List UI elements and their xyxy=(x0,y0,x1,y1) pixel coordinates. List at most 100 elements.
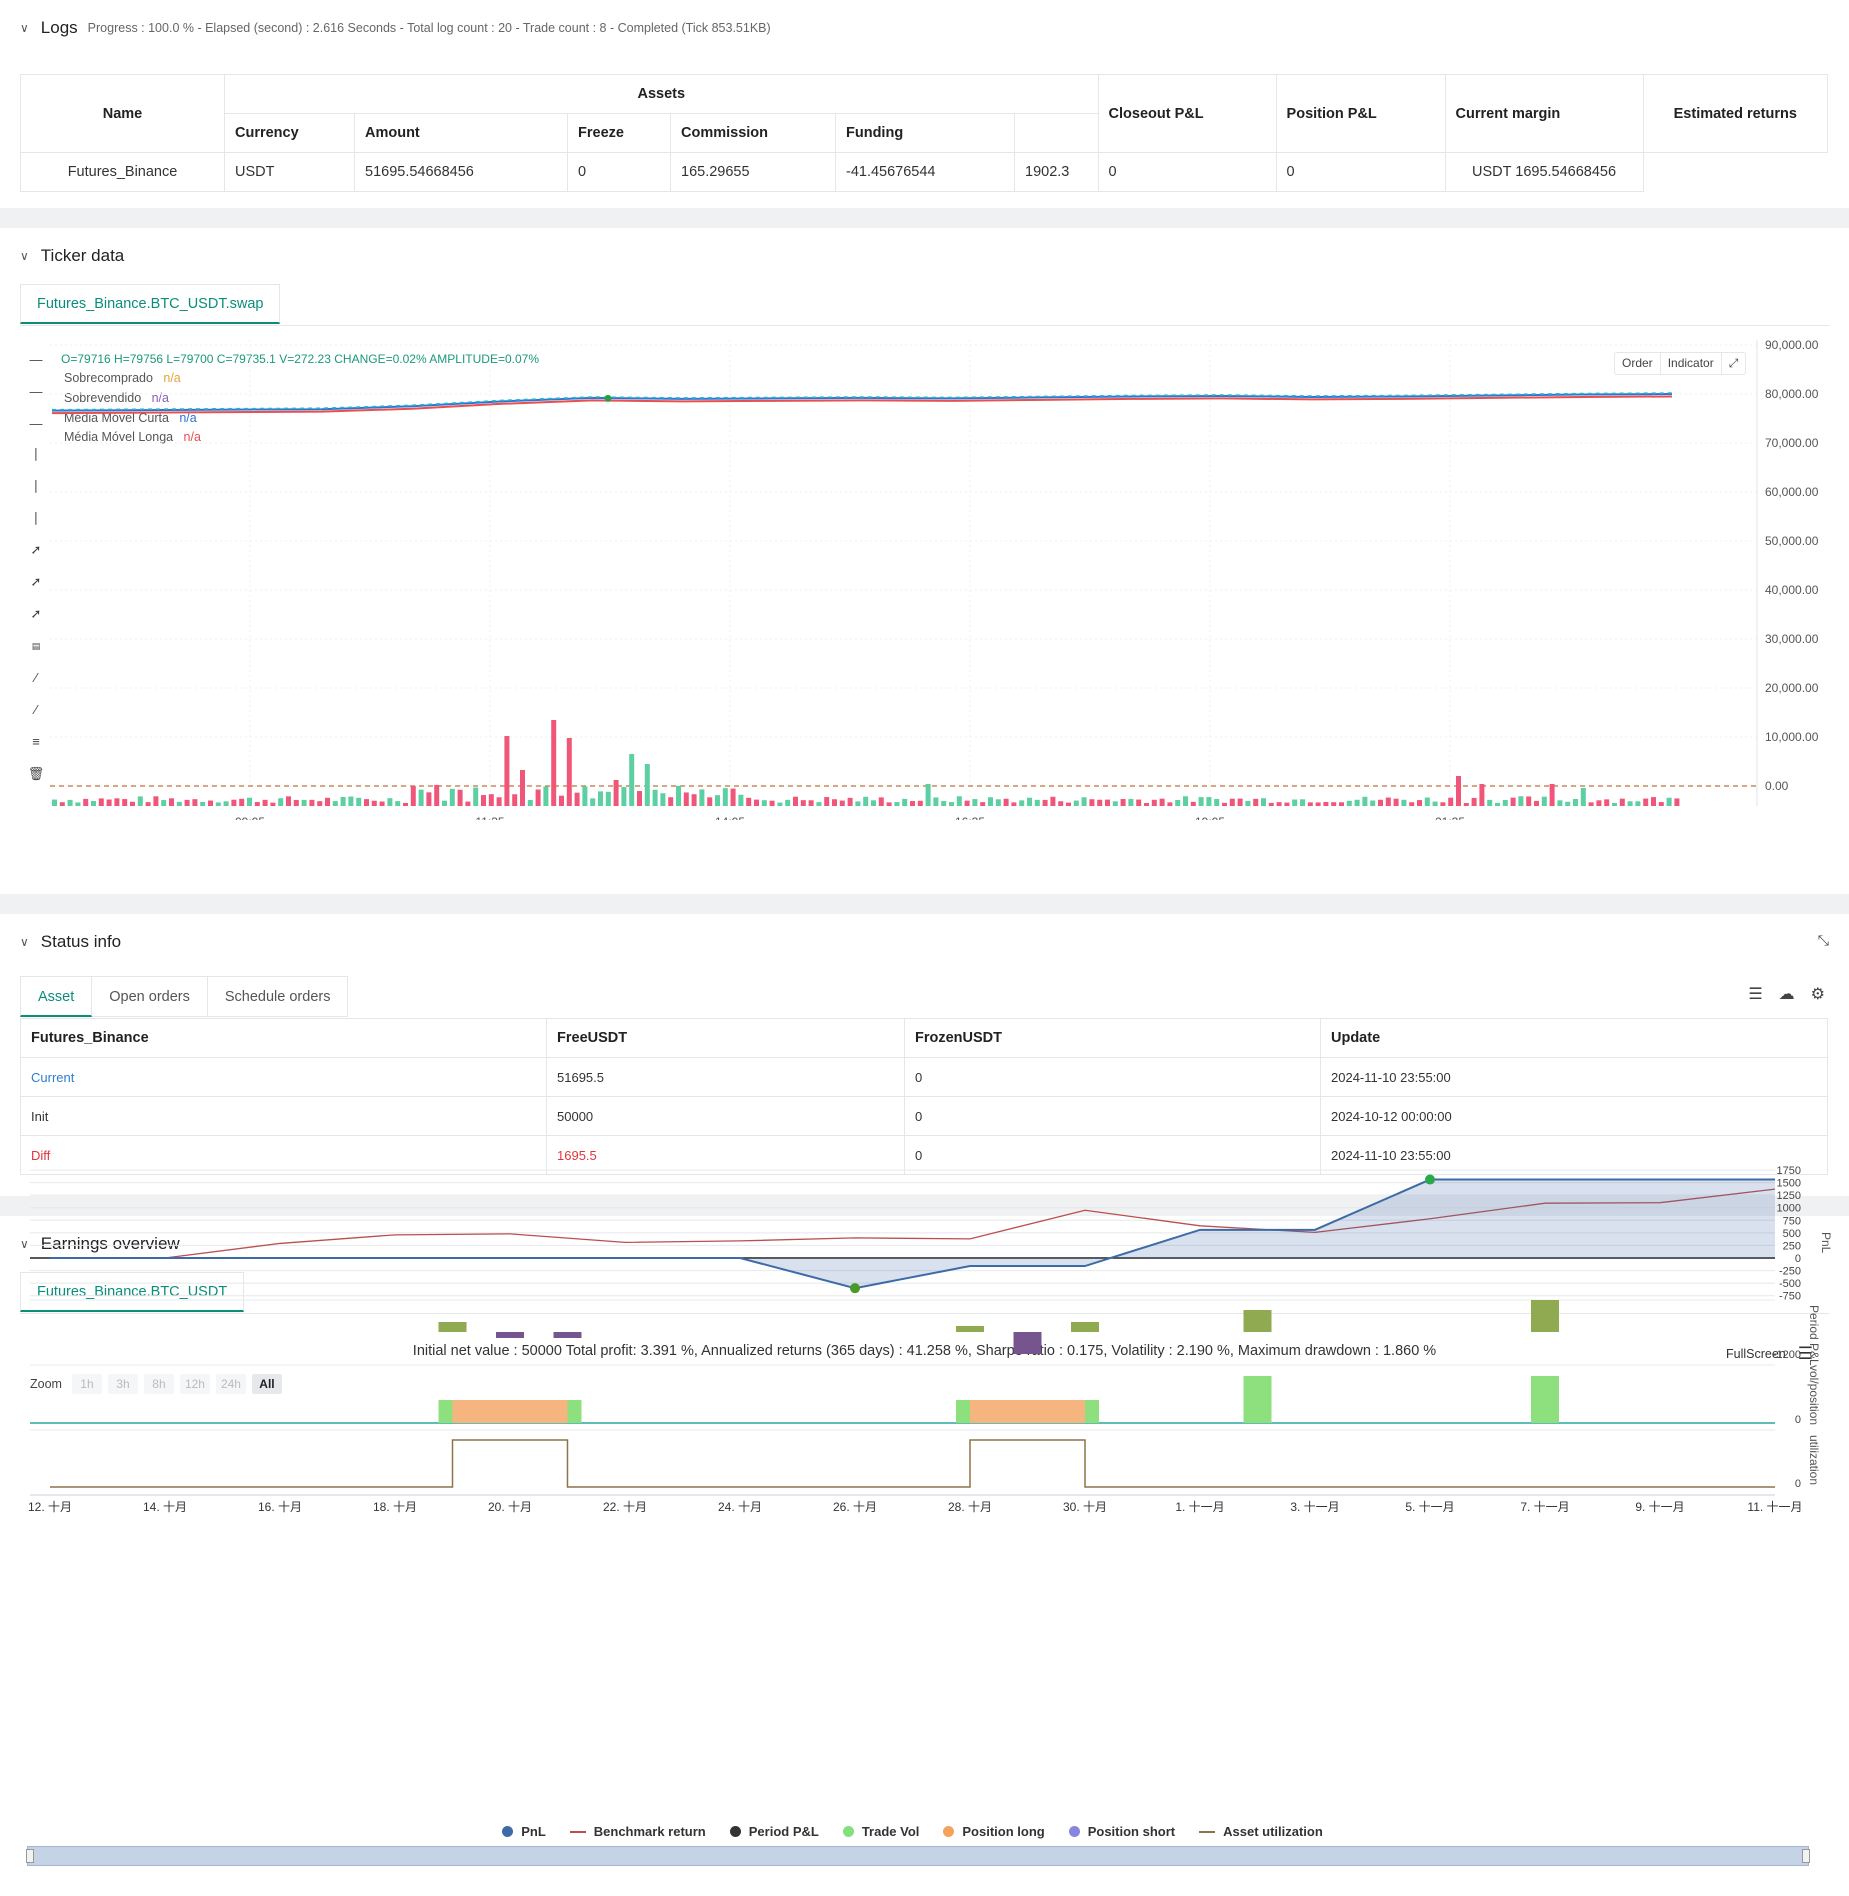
volume-bar xyxy=(169,798,174,806)
legend-marker xyxy=(1199,1830,1216,1833)
list-icon[interactable]: ☰ xyxy=(1748,984,1762,1004)
legend-item[interactable]: Period P&L xyxy=(729,1824,819,1839)
col-funding: Funding xyxy=(835,113,1015,153)
scroll-handle-right[interactable] xyxy=(1802,1849,1810,1863)
scroll-handle-left[interactable] xyxy=(26,1849,34,1863)
y-tick-label: 50,000.00 xyxy=(1765,534,1819,548)
cell-name: Futures_Binance xyxy=(20,152,225,192)
volume-bar xyxy=(878,797,884,806)
tab-asset[interactable]: Asset xyxy=(20,976,93,1017)
legend-item[interactable]: Position long xyxy=(943,1824,1045,1839)
volume-bar xyxy=(902,798,908,806)
volume-bar xyxy=(933,797,939,806)
volume-bar xyxy=(543,786,549,806)
volume-bar xyxy=(137,796,143,806)
legend-item[interactable]: Asset utilization xyxy=(1199,1824,1323,1839)
volume-bar xyxy=(1112,801,1118,806)
axis-title-pnl: PnL xyxy=(1819,1232,1833,1254)
legend-marker xyxy=(1068,1826,1080,1837)
chevron-down-icon[interactable]: ∨ xyxy=(20,935,29,949)
volume-bar xyxy=(1417,800,1422,806)
col-closeout: Closeout P&L xyxy=(1097,74,1277,153)
volume-bar xyxy=(691,794,697,806)
volume-bar xyxy=(348,796,354,806)
volume-bar xyxy=(1658,802,1664,806)
volume-bar xyxy=(161,800,167,806)
tab-open-orders[interactable]: Open orders xyxy=(92,976,208,1017)
y-tick-label: 0 xyxy=(1795,1253,1801,1265)
volume-bar xyxy=(153,796,159,806)
volume-bar xyxy=(754,799,759,806)
volume-bar xyxy=(730,788,736,806)
volume-bar xyxy=(613,780,619,806)
max-marker xyxy=(1425,1174,1435,1185)
volume-bar xyxy=(1580,788,1586,806)
volume-bar xyxy=(1307,802,1313,806)
row-free: 50000 xyxy=(546,1096,905,1136)
earnings-legend: PnL Benchmark return Period P&L Trade Vol Po… xyxy=(0,1824,1849,1839)
volume-bar xyxy=(668,797,674,806)
volume-bar xyxy=(1151,799,1157,806)
volume-bar xyxy=(1557,800,1563,806)
candlestick-chart[interactable]: 90,000.00 80,000.00 70,000.00 60,000.00 50,0… xyxy=(0,340,1849,820)
legend-item[interactable]: Trade Vol xyxy=(842,1824,919,1839)
logs-title: Logs xyxy=(40,18,78,37)
legend-item[interactable]: PnL xyxy=(502,1824,546,1839)
volume-bar xyxy=(1214,799,1220,806)
volume-bar xyxy=(1401,799,1407,806)
volume-bar xyxy=(1136,799,1142,806)
status-header[interactable]: ∨ Status info xyxy=(20,930,121,954)
volume-bar xyxy=(746,797,752,806)
navigator-scrollbar[interactable] xyxy=(26,1846,1810,1866)
volume-bar xyxy=(995,799,1001,806)
cloud-download-icon[interactable]: ☁ xyxy=(1779,984,1795,1004)
volume-bar xyxy=(1268,802,1274,806)
volume-bar xyxy=(1222,802,1227,806)
volume-bar xyxy=(371,800,377,806)
legend-item[interactable]: Benchmark return xyxy=(569,1824,706,1839)
chevron-down-icon[interactable]: ∨ xyxy=(20,249,29,263)
tab-schedule-orders[interactable]: Schedule orders xyxy=(207,976,349,1017)
legend-marker xyxy=(729,1826,741,1837)
volume-bar xyxy=(286,796,291,806)
row-frozen: 0 xyxy=(904,1096,1321,1136)
x-tick-label: 11:35 xyxy=(475,815,504,820)
ticker-header[interactable]: ∨ Ticker data xyxy=(20,244,124,268)
status-table: Futures_Binance FreeUSDT FrozenUSDT Upda… xyxy=(20,1018,1828,1175)
x-tick-label: 20. 十月 xyxy=(488,1500,532,1514)
logs-header[interactable]: ∨ Logs Progress : 100.0 % - Elapsed (sec… xyxy=(20,16,771,40)
earnings-chart[interactable]: 17501500125010007505002500-250-500-750Pn… xyxy=(0,1160,1849,1565)
axis-title-period: Period P&L xyxy=(1807,1305,1821,1366)
volume-bar xyxy=(1011,802,1017,806)
legend-item[interactable]: Position short xyxy=(1068,1824,1175,1839)
volume-bar xyxy=(75,802,81,806)
y-tick-label: -500 xyxy=(1779,1278,1801,1290)
volume-bar xyxy=(886,802,892,806)
volume-bar xyxy=(660,793,666,806)
volume-bar xyxy=(1175,799,1181,806)
x-tick-label: 11. 十一月 xyxy=(1747,1500,1802,1514)
volume-bar xyxy=(1495,802,1500,806)
volume-bar xyxy=(176,801,182,806)
volume-bar xyxy=(1081,797,1087,806)
gear-icon[interactable]: ⚙ xyxy=(1811,984,1825,1004)
volume-bar xyxy=(449,788,455,806)
y-tick-label: 500 xyxy=(1783,1228,1801,1240)
volume-bar xyxy=(637,791,642,806)
volume-bar xyxy=(52,799,57,806)
collapse-icon[interactable]: ⤡ xyxy=(1818,932,1829,949)
row-update: 2024-11-10 23:55:00 xyxy=(1320,1057,1828,1097)
volume-bar xyxy=(1315,802,1321,806)
legend-label: Period P&L xyxy=(748,1824,819,1839)
volume-bar xyxy=(1354,799,1360,806)
volume-bar xyxy=(598,791,603,806)
volume-bar xyxy=(481,795,486,806)
cell-freeze: 0 xyxy=(567,152,671,192)
volume-bar xyxy=(816,802,822,806)
chevron-down-icon[interactable]: ∨ xyxy=(20,21,29,35)
volume-bar xyxy=(278,798,284,806)
tab-ticker-symbol[interactable]: Futures_Binance.BTC_USDT.swap xyxy=(20,284,281,324)
volume-bar xyxy=(1003,798,1009,806)
volume-bar xyxy=(309,799,315,806)
y-tick-label: 40,000.00 xyxy=(1765,583,1819,597)
